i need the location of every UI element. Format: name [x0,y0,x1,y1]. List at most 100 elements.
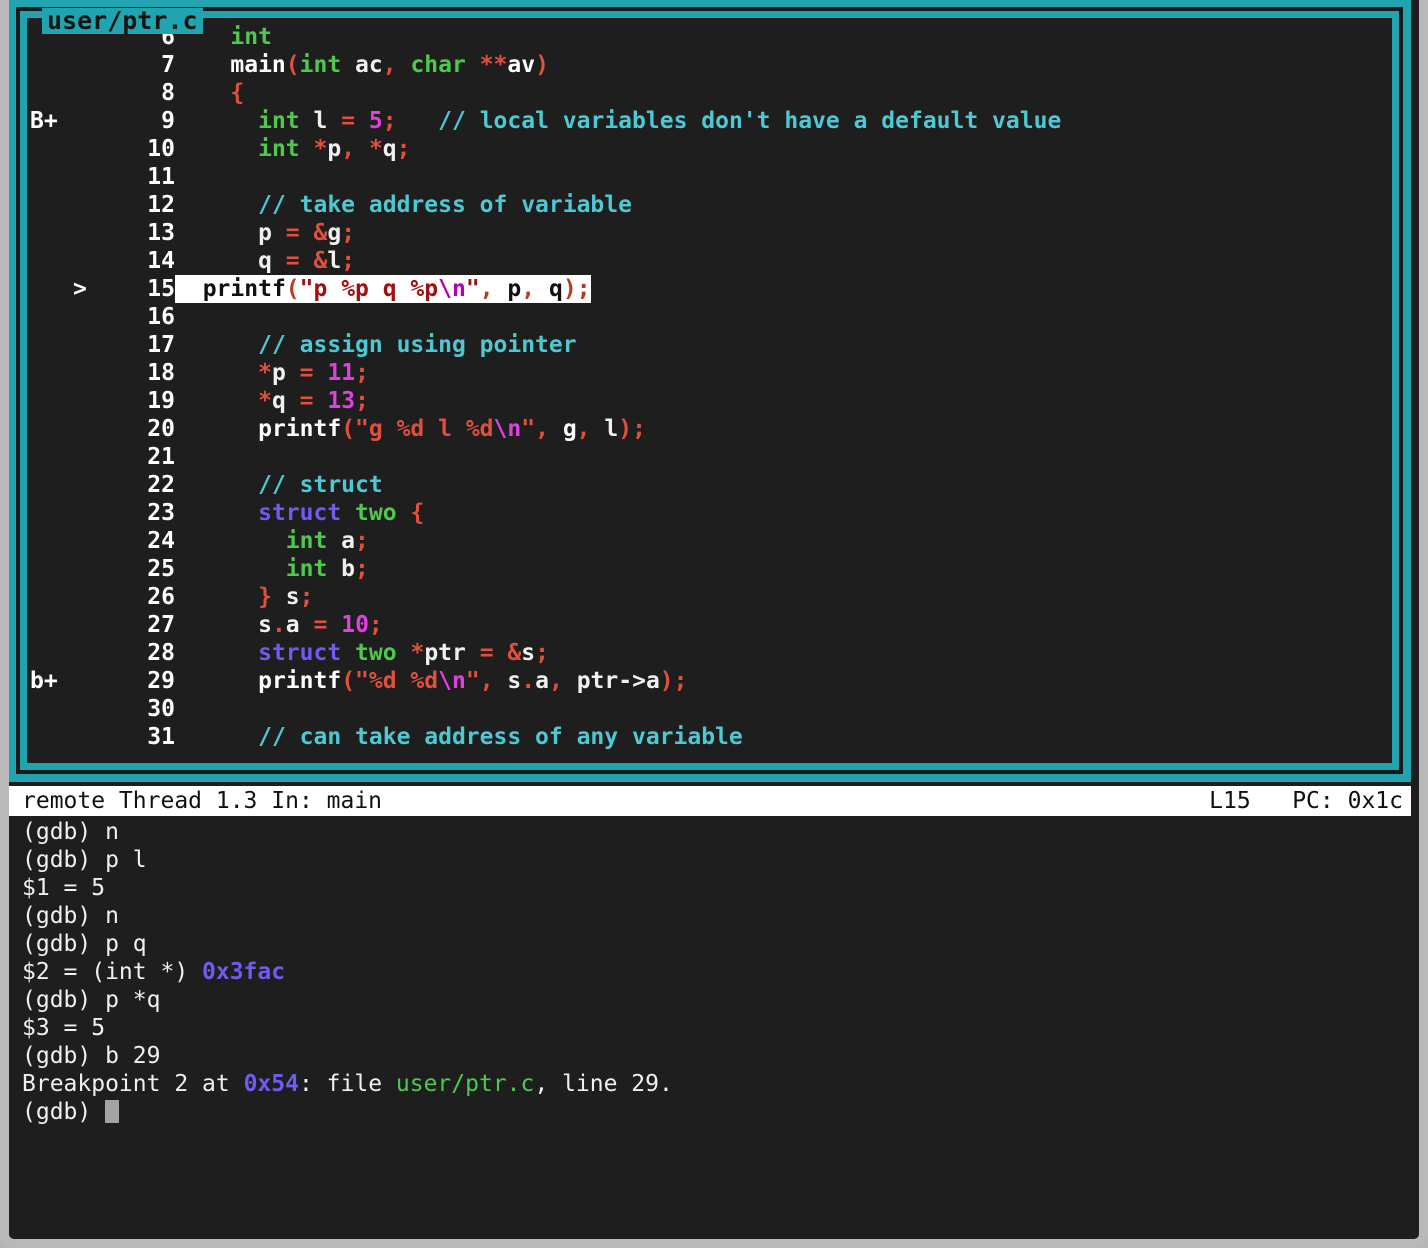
code-token: = [313,612,328,638]
code-token: printf [202,276,286,302]
code-token: , [479,668,494,694]
code-token: ; [368,612,383,638]
code-token: = [285,220,300,246]
line-number: 7 [161,52,175,78]
status-bar-right-text: L15 PC: 0x1c [1209,788,1403,814]
source-line-text: printf("%d %d\n", s.a, ptr->a); [175,667,687,695]
gdb-command-console[interactable]: (gdb) n (gdb) p l $1 = 5 (gdb) n (gdb) p q $2… [22,818,1413,1239]
console-token: (gdb) b 29 [22,1043,161,1069]
code-token: l [327,248,342,274]
code-token: , [521,276,536,302]
source-line-text: *q = 13; [175,387,369,415]
source-line-text: main(int ac, char **av) [175,51,549,79]
code-token: ) [618,416,633,442]
line-number: 24 [147,528,175,554]
console-token: , line 29. [534,1071,673,1097]
code-token: char [410,52,466,78]
code-token: int [230,24,272,50]
code-token: ac [341,52,383,78]
code-token: s [175,612,272,638]
code-token: ; [632,416,646,442]
code-token: . [521,668,536,694]
source-line-text: printf("p %p q %p\n", p, q); [175,275,591,303]
code-token: ** [479,52,508,78]
console-token: : file [298,1071,396,1097]
code-token: s [521,640,536,666]
line-number: 18 [147,360,175,386]
source-line-text: int *p, *q; [175,135,410,163]
code-token: ) [562,276,577,302]
code-token: ( [285,52,300,78]
code-token: , [479,276,494,302]
gdb-source-window: user/ptr.c 6 int 7 main(int ac, char **av… [9,0,1411,782]
code-token: , [576,416,591,442]
code-token: int [285,528,328,554]
source-window-frame: user/ptr.c 6 int 7 main(int ac, char **av… [16,7,1403,774]
source-window-viewport[interactable]: 6 int 7 main(int ac, char **av) 8 {B+ 9 int… [27,18,1392,763]
source-line: 31 // can take address of any variable [27,723,1061,751]
code-token: = [285,248,300,274]
source-line-text: struct two { [175,499,424,527]
code-token: two [355,640,397,666]
code-token: printf [258,416,342,442]
code-token: s [271,584,300,610]
code-token: -> [618,668,646,694]
code-token: . [271,612,286,638]
terminal-content: user/ptr.c 6 int 7 main(int ac, char **av… [9,0,1419,1239]
code-token: & [313,220,328,246]
line-number: 30 [147,696,175,722]
source-line-text: int l = 5; // local variables don't have… [175,107,1061,135]
line-number: 17 [147,332,175,358]
code-token: , [341,136,356,162]
line-number: 8 [161,80,175,106]
code-token: ; [355,556,369,582]
code-token: a [285,612,314,638]
text-cursor[interactable] [105,1100,120,1123]
code-token: int [258,108,300,134]
code-token: // struct [258,472,383,498]
code-token: l [590,416,619,442]
line-number: 31 [147,724,175,750]
code-token: p [327,136,342,162]
code-token: ; [355,528,369,554]
code-token: struct [258,640,342,666]
line-number: 21 [147,444,175,470]
source-line-text: printf("g %d l %d\n", g, l); [175,415,646,443]
code-token: // can take address of any variable [258,724,743,750]
source-line: 21 [27,443,1061,471]
source-line: 22 // struct [27,471,1061,499]
breakpoint-marker: b+ [30,668,58,694]
source-line: 30 [27,695,1061,723]
code-token: { [410,500,425,526]
console-line: $2 = (int *) 0x3fac [22,958,1413,986]
code-token: printf [258,668,342,694]
console-token: (gdb) n [22,903,119,929]
code-token: , [535,416,549,442]
line-number: 12 [147,192,175,218]
code-token: two [355,500,397,526]
code-token: "p %p q %p [299,276,439,302]
code-token: // local variables don't have a default … [438,108,1062,134]
console-line: (gdb) [22,1098,1413,1126]
source-line: 14 q = &l; [27,247,1061,275]
code-token: ; [299,584,314,610]
console-token: 0x3fac [202,959,286,985]
code-token: \n [438,668,466,694]
